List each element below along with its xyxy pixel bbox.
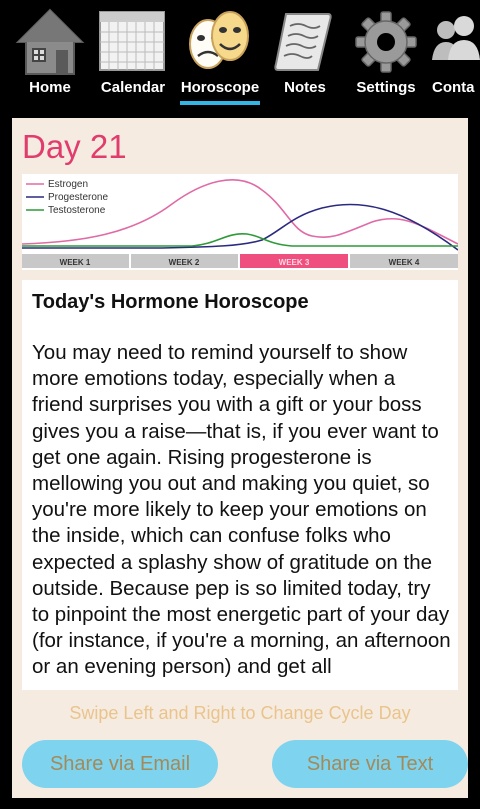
- legend-progesterone: Progesterone: [48, 192, 108, 203]
- selected-tab-indicator: [180, 101, 260, 105]
- hormone-chart: Estrogen Progesterone Testosterone WEEK …: [21, 174, 459, 270]
- week-2-label: WEEK 2: [169, 258, 200, 267]
- chart-legend: Estrogen Progesterone Testosterone: [26, 179, 108, 216]
- horoscope-card[interactable]: Today's Hormone Horoscope You may need t…: [22, 280, 458, 690]
- tab-calendar[interactable]: Calendar: [94, 0, 172, 108]
- share-text-button[interactable]: Share via Text: [272, 740, 468, 788]
- share-email-button[interactable]: Share via Email: [22, 740, 218, 788]
- tab-settings[interactable]: Settings: [348, 0, 424, 108]
- tab-contacts[interactable]: Conta: [428, 0, 480, 108]
- tab-label: Calendar: [100, 79, 166, 96]
- day-title: Day 21: [22, 128, 127, 165]
- week-4-label: WEEK 4: [389, 258, 420, 267]
- tab-label: Horoscope: [180, 79, 260, 96]
- content-panel: Day 21 Estrogen Progesterone Testosteron…: [12, 118, 468, 798]
- tab-home[interactable]: Home: [14, 0, 86, 108]
- hormone-chart-svg: Estrogen Progesterone Testosterone WEEK …: [21, 179, 459, 268]
- home-icon: [15, 8, 85, 75]
- tab-label: Home: [29, 79, 71, 96]
- tab-bar: Home Calendar Horoscope Notes Settings C…: [0, 0, 480, 108]
- week-3-label: WEEK 3: [279, 258, 310, 267]
- gear-icon: [355, 11, 417, 73]
- horoscope-heading: Today's Hormone Horoscope: [32, 291, 309, 313]
- tab-label: Conta: [432, 79, 475, 96]
- scroll-icon: [274, 13, 332, 71]
- contacts-icon: [432, 16, 480, 60]
- swipe-hint: Swipe Left and Right to Change Cycle Day: [69, 703, 411, 723]
- tab-label: Notes: [284, 79, 326, 96]
- theater-masks-icon: [189, 11, 249, 69]
- tab-horoscope[interactable]: Horoscope: [176, 0, 264, 108]
- calendar-icon: [99, 11, 165, 71]
- week-1-label: WEEK 1: [60, 258, 91, 267]
- tab-notes[interactable]: Notes: [272, 0, 338, 108]
- horoscope-body: You may need to remind yourself to show …: [32, 341, 451, 679]
- legend-testosterone: Testosterone: [48, 205, 106, 216]
- legend-estrogen: Estrogen: [48, 179, 88, 190]
- tab-label: Settings: [356, 79, 416, 96]
